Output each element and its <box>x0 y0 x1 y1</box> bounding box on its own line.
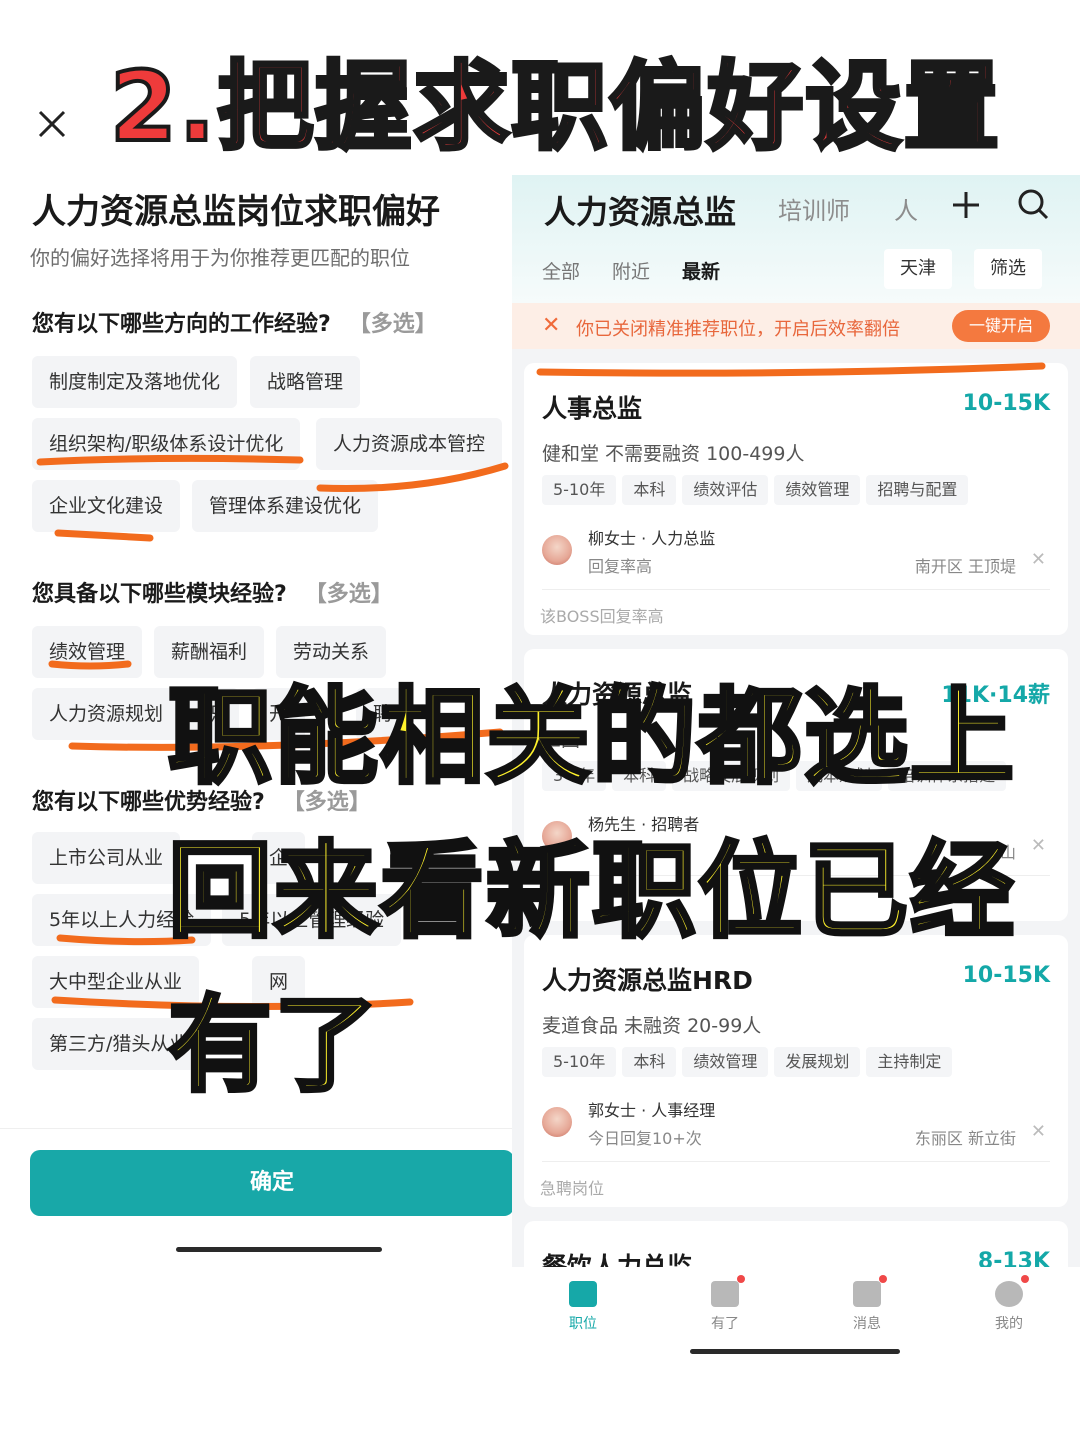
headline: 2.把握求职偏好设置 <box>108 50 1002 164</box>
recommend-notice: ✕ 你已关闭精准推荐职位，开启后效率翻倍 一键开启 <box>512 303 1080 349</box>
tab-label: 消息 <box>853 1316 881 1332</box>
caption-line: 职能相关的都选上 <box>166 674 1017 800</box>
job-tag: 本科 <box>622 1047 677 1077</box>
enable-button[interactable]: 一键开启 <box>952 310 1050 342</box>
confirm-button[interactable]: 确定 <box>30 1150 514 1216</box>
job-salary: 10-15K <box>962 963 1050 988</box>
unread-dot <box>737 1275 745 1283</box>
tag-option[interactable]: 人力资源成本管控 <box>316 418 503 470</box>
job-title: 人力资源总监HRD <box>542 966 753 995</box>
city-select[interactable]: 天津 <box>884 249 952 289</box>
unread-dot <box>879 1275 887 1283</box>
company-info: 健和堂 不需要融资 100-499人 <box>542 443 805 465</box>
job-tag: 绩效评估 <box>682 475 769 505</box>
tag-option[interactable]: 制度制定及落地优化 <box>32 356 238 408</box>
multi-select-hint: 【多选】 <box>304 582 393 607</box>
tab-hr-director[interactable]: 人力资源总监 <box>544 187 736 233</box>
filter-tab-nearby[interactable]: 附近 <box>612 257 650 284</box>
avatar <box>542 1107 572 1137</box>
job-location: 东丽区 新立街 <box>914 1129 1016 1148</box>
tab-profile[interactable]: 我的 <box>959 1275 1059 1333</box>
tag-option[interactable]: 组织架构/职级体系设计优化 <box>32 418 301 470</box>
message-icon <box>853 1275 887 1307</box>
job-tags: 5-10年 本科 绩效评估 绩效管理 招聘与配置 <box>542 475 974 505</box>
job-tag: 绩效管理 <box>774 475 861 505</box>
divider <box>542 1161 1050 1162</box>
question-modules: 您具备以下哪些模块经验? 【多选】 <box>32 576 393 608</box>
multi-select-hint: 【多选】 <box>348 312 437 337</box>
briefcase-icon <box>569 1281 597 1307</box>
filter-tab-all[interactable]: 全部 <box>542 257 580 284</box>
tab-youle[interactable]: 有了 <box>675 1275 775 1333</box>
bottom-tab-bar: 职位 有了 消息 我的 <box>512 1267 1080 1360</box>
job-tag: 绩效管理 <box>682 1047 769 1077</box>
job-tags: 5-10年 本科 绩效管理 发展规划 主持制定 <box>542 1047 958 1077</box>
tab-label: 我的 <box>995 1316 1023 1332</box>
caption-line: 回来看新职位已经 <box>166 828 1017 954</box>
dismiss-icon[interactable]: ✕ <box>1031 1121 1046 1142</box>
question-direction: 您有以下哪些方向的工作经验? 【多选】 <box>32 306 437 338</box>
tag-option[interactable]: 上市公司从业 <box>32 832 181 884</box>
job-location: 南开区 王顶堤 <box>914 557 1016 576</box>
book-icon <box>711 1275 745 1307</box>
tag-option[interactable]: 绩效管理 <box>32 626 143 678</box>
close-icon[interactable]: ✕ <box>542 313 560 338</box>
tab-messages[interactable]: 消息 <box>817 1275 917 1333</box>
job-salary: 10-15K <box>962 391 1050 416</box>
card-footer: 急聘岗位 <box>540 1179 605 1198</box>
job-tag: 5-10年 <box>542 1047 617 1077</box>
job-card[interactable]: 人事总监 10-15K 健和堂 不需要融资 100-499人 5-10年 本科 绩效… <box>524 363 1068 635</box>
profile-icon <box>995 1275 1029 1307</box>
job-tag: 主持制定 <box>866 1047 953 1077</box>
home-indicator <box>690 1349 900 1354</box>
home-indicator <box>176 1247 382 1252</box>
dismiss-icon[interactable]: ✕ <box>1031 835 1046 856</box>
tab-label: 职位 <box>569 1316 597 1332</box>
filter-tab-latest[interactable]: 最新 <box>682 257 720 284</box>
recruiter-info: 柳女士 · 人力总监 <box>588 529 716 548</box>
tag-option[interactable]: 战略管理 <box>250 356 361 408</box>
card-footer: 该BOSS回复率高 <box>540 607 664 626</box>
job-title: 人事总监 <box>542 394 643 423</box>
job-tag: 5-10年 <box>542 475 617 505</box>
close-icon[interactable] <box>36 108 68 140</box>
recruiter-info: 郭女士 · 人事经理 <box>588 1101 716 1120</box>
avatar <box>542 535 572 565</box>
plus-icon[interactable] <box>950 189 982 221</box>
question-label: 您有以下哪些方向的工作经验? <box>32 312 331 337</box>
reply-rate: 今日回复10+次 <box>588 1129 702 1148</box>
tag-option[interactable]: 管理体系建设优化 <box>192 480 379 532</box>
tag-option[interactable]: 人力资源规划 <box>32 688 181 740</box>
job-card[interactable]: 人力资源总监HRD 10-15K 麦道食品 未融资 20-99人 5-10年 本科… <box>524 935 1068 1207</box>
notice-text: 你已关闭精准推荐职位，开启后效率翻倍 <box>576 319 900 340</box>
job-tag: 发展规划 <box>774 1047 861 1077</box>
page-subtitle: 你的偏好选择将用于为你推荐更匹配的职位 <box>30 246 410 270</box>
tab-jobs[interactable]: 职位 <box>533 1281 633 1333</box>
reply-rate: 回复率高 <box>588 557 653 576</box>
page-title: 人力资源总监岗位求职偏好 <box>32 192 440 232</box>
caption-line: 有了 <box>166 982 381 1108</box>
search-icon[interactable] <box>1016 187 1050 221</box>
divider <box>542 589 1050 590</box>
filter-button[interactable]: 筛选 <box>974 249 1042 289</box>
company-info: 麦道食品 未融资 20-99人 <box>542 1015 762 1037</box>
dismiss-icon[interactable]: ✕ <box>1031 549 1046 570</box>
job-tag: 招聘与配置 <box>866 475 969 505</box>
tab-more[interactable]: 人 <box>894 191 918 226</box>
tab-label: 有了 <box>711 1316 739 1332</box>
job-tag: 本科 <box>622 475 677 505</box>
question-label: 您具备以下哪些模块经验? <box>32 582 287 607</box>
tag-option[interactable]: 企业文化建设 <box>32 480 181 532</box>
tab-trainer[interactable]: 培训师 <box>778 191 850 226</box>
unread-dot <box>1021 1275 1029 1283</box>
divider <box>0 1128 512 1129</box>
